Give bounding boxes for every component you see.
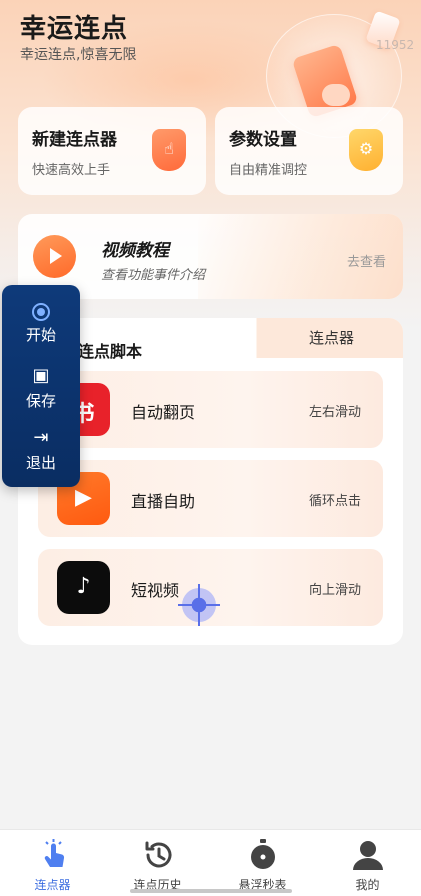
parameter-settings-subtitle: 自由精准调控 (229, 163, 308, 178)
start-button[interactable]: 开始 (2, 303, 80, 345)
floating-control-panel: 开始 ▣ 保存 ⇥ 退出 (2, 285, 80, 487)
new-clicker-card[interactable]: 新建连点器 快速高效上手 ☝ (18, 107, 206, 195)
nav-item-history[interactable]: 连点历史 (105, 830, 210, 896)
history-icon (145, 841, 172, 868)
bottom-navigation: 连点器 连点历史 悬浮秒表 我的 (0, 829, 421, 896)
parameter-settings-title: 参数设置 (229, 130, 297, 150)
nav-item-stopwatch[interactable]: 悬浮秒表 (210, 830, 315, 896)
hand-tap-shield-icon: ☝ (152, 129, 186, 171)
exit-icon: ⇥ (33, 427, 49, 448)
script-row-auto-page[interactable]: 书 自动翻页 左右滑动 (38, 371, 383, 448)
app-title: 幸运连点 (20, 14, 129, 44)
exit-label: 退出 (25, 454, 56, 472)
record-icon (32, 303, 50, 321)
watermark-text: 11952 (376, 38, 415, 52)
script-action: 循环点击 (309, 494, 362, 509)
user-icon (353, 841, 383, 870)
app-subtitle: 幸运连点,惊喜无限 (20, 47, 137, 63)
play-icon (33, 235, 76, 278)
tap-hand-icon (44, 839, 65, 867)
gear-shield-icon: ⚙ (349, 129, 383, 171)
nav-label-clicker: 连点器 (34, 878, 71, 892)
nav-item-clicker[interactable]: 连点器 (0, 830, 105, 896)
crosshair-target-icon[interactable] (178, 584, 220, 626)
nav-label-profile: 我的 (355, 878, 380, 892)
video-view-link[interactable]: 去查看 (347, 251, 386, 270)
new-clicker-title: 新建连点器 (32, 130, 117, 150)
hand-illustration-icon (322, 84, 350, 106)
script-action: 向上滑动 (309, 583, 362, 598)
script-action: 左右滑动 (309, 405, 362, 420)
script-name: 直播自助 (131, 492, 196, 511)
script-name: 自动翻页 (131, 403, 196, 422)
new-clicker-subtitle: 快速高效上手 (32, 163, 111, 178)
start-label: 开始 (25, 326, 56, 344)
nav-item-profile[interactable]: 我的 (315, 830, 420, 896)
exit-button[interactable]: ⇥ 退出 (2, 427, 80, 473)
tiktok-icon: ♪ (57, 561, 110, 614)
video-tutorial-subtitle: 查看功能事件介绍 (101, 268, 206, 283)
parameter-settings-card[interactable]: 参数设置 自由精准调控 ⚙ (215, 107, 403, 195)
stopwatch-icon (251, 839, 275, 869)
save-button[interactable]: ▣ 保存 (2, 365, 80, 411)
tab-clicker[interactable]: 连点器 (309, 327, 354, 348)
home-indicator[interactable] (130, 889, 292, 893)
save-icon: ▣ (32, 365, 50, 386)
save-label: 保存 (25, 392, 56, 410)
tab-click-scripts[interactable]: 连点脚本 (78, 338, 142, 362)
script-row-live-assist[interactable]: ▶ 直播自助 循环点击 (38, 460, 383, 537)
video-tutorial-title: 视频教程 (101, 241, 169, 261)
script-name: 短视频 (131, 581, 180, 600)
